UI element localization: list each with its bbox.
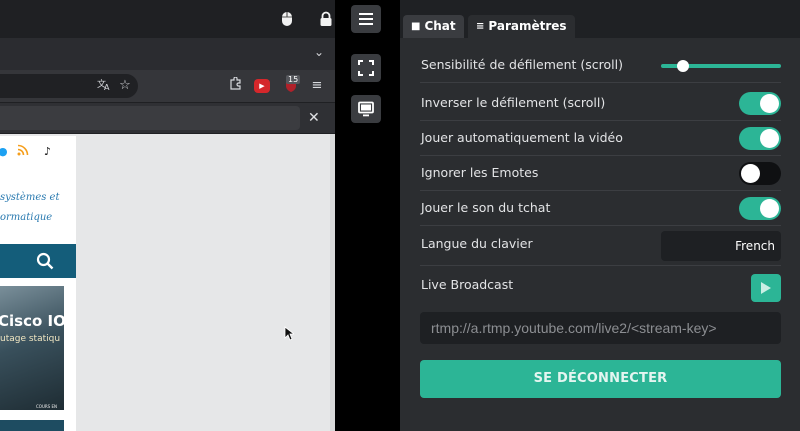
monitor-button[interactable]: [351, 95, 381, 123]
tagline-line-2: ormatique: [0, 212, 53, 223]
toggle-knob: [760, 129, 779, 148]
banner-footer: COURS EN: [36, 404, 57, 409]
close-icon[interactable]: ✕: [308, 109, 320, 127]
ignore-emotes-label: Ignorer les Emotes: [421, 165, 539, 180]
ignore-emotes-toggle[interactable]: [739, 162, 781, 185]
remote-find-bar: ✕: [0, 103, 335, 133]
live-broadcast-play-button[interactable]: [751, 274, 781, 302]
tab-parametres-label: Paramètres: [488, 19, 567, 33]
invert-scroll-label: Inverser le défilement (scroll): [421, 95, 606, 110]
mouse-icon[interactable]: [272, 5, 302, 33]
twitter-icon[interactable]: ●: [0, 144, 8, 160]
toggle-knob: [741, 164, 760, 183]
social-icons: ● ♪: [0, 144, 76, 160]
website-snippet[interactable]: ● ♪ systèmes et ormatique Cisco IOS utag…: [0, 136, 76, 431]
svg-text:A: A: [104, 83, 110, 91]
autoplay-video-label: Jouer automatiquement la vidéo: [421, 130, 623, 145]
youtube-extension-icon[interactable]: ▶: [254, 79, 270, 97]
remote-browser-view[interactable]: ⌄ 文A ☆ ▶ 15 ≡ ✕ ● ♪ systèmes et ormatiqu…: [0, 0, 335, 431]
extension-badge: 15: [286, 75, 301, 84]
tab-chat-label: Chat: [424, 19, 456, 33]
app-root: ⌄ 文A ☆ ▶ 15 ≡ ✕ ● ♪ systèmes et ormatiqu…: [0, 0, 800, 431]
banner-subtitle: utage statiqu: [0, 334, 61, 344]
setting-autoplay-video: Jouer automatiquement la vidéo: [420, 121, 781, 156]
site-tagline: systèmes et ormatique: [0, 188, 76, 228]
scroll-sensitivity-slider[interactable]: [661, 60, 781, 72]
scroll-sensitivity-label: Sensibilité de défilement (scroll): [421, 57, 623, 72]
toggle-knob: [760, 94, 779, 113]
mouse-cursor-icon: [284, 326, 294, 341]
disconnect-button[interactable]: SE DÉCONNECTER: [420, 360, 781, 398]
site-search-bar[interactable]: [0, 244, 76, 278]
invert-scroll-toggle[interactable]: [739, 92, 781, 115]
next-article-thumbnail[interactable]: [0, 420, 64, 431]
slider-thumb[interactable]: [677, 60, 689, 72]
browser-menu-icon[interactable]: ≡: [310, 77, 324, 95]
setting-keyboard-language: Langue du clavier French: [420, 226, 781, 266]
setting-ignore-emotes: Ignorer les Emotes: [420, 156, 781, 191]
lock-icon[interactable]: [311, 5, 341, 33]
menu-icon[interactable]: [351, 5, 381, 33]
chat-sound-toggle[interactable]: [739, 197, 781, 220]
article-banner-image[interactable]: Cisco IOS utage statiqu COURS EN: [0, 286, 76, 410]
search-icon[interactable]: [36, 252, 54, 270]
rss-icon[interactable]: [17, 144, 29, 161]
panel-tabs: ■ Chat ≡ Paramètres: [400, 0, 800, 38]
setting-scroll-sensitivity: Sensibilité de défilement (scroll): [420, 48, 781, 83]
fullscreen-icon: [358, 60, 374, 76]
sliders-icon: ≡: [476, 21, 485, 32]
chat-bubble-icon: ■: [411, 21, 421, 32]
setting-invert-scroll: Inverser le défilement (scroll): [420, 86, 781, 121]
live-broadcast-label: Live Broadcast: [421, 277, 514, 292]
monitor-icon: [358, 101, 374, 117]
toggle-knob: [760, 199, 779, 218]
tab-list-chevron-icon[interactable]: ⌄: [312, 45, 326, 59]
tagline-line-1: systèmes et: [0, 192, 60, 203]
extensions-puzzle-icon[interactable]: [227, 76, 243, 95]
remote-tab-strip: [0, 38, 335, 70]
tab-chat[interactable]: ■ Chat: [403, 15, 464, 38]
keyboard-language-select[interactable]: French: [661, 231, 781, 261]
play-icon: [761, 282, 771, 294]
find-input[interactable]: [0, 106, 300, 130]
tab-parametres[interactable]: ≡ Paramètres: [468, 15, 575, 38]
top-toolbar: [0, 0, 400, 38]
bookmark-star-icon[interactable]: ☆: [117, 77, 133, 95]
fullscreen-button[interactable]: [351, 54, 381, 82]
banner-title: Cisco IOS: [0, 312, 76, 330]
autoplay-video-toggle[interactable]: [739, 127, 781, 150]
setting-chat-sound: Jouer le son du tchat: [420, 191, 781, 226]
chat-sound-label: Jouer le son du tchat: [421, 200, 551, 215]
settings-panel: ■ Chat ≡ Paramètres Sensibilité de défilem…: [400, 0, 800, 431]
keyboard-language-label: Langue du clavier: [421, 236, 533, 251]
rtmp-url-input[interactable]: [420, 312, 781, 344]
translate-icon[interactable]: 文A: [96, 77, 112, 95]
tiktok-icon[interactable]: ♪: [44, 144, 51, 160]
